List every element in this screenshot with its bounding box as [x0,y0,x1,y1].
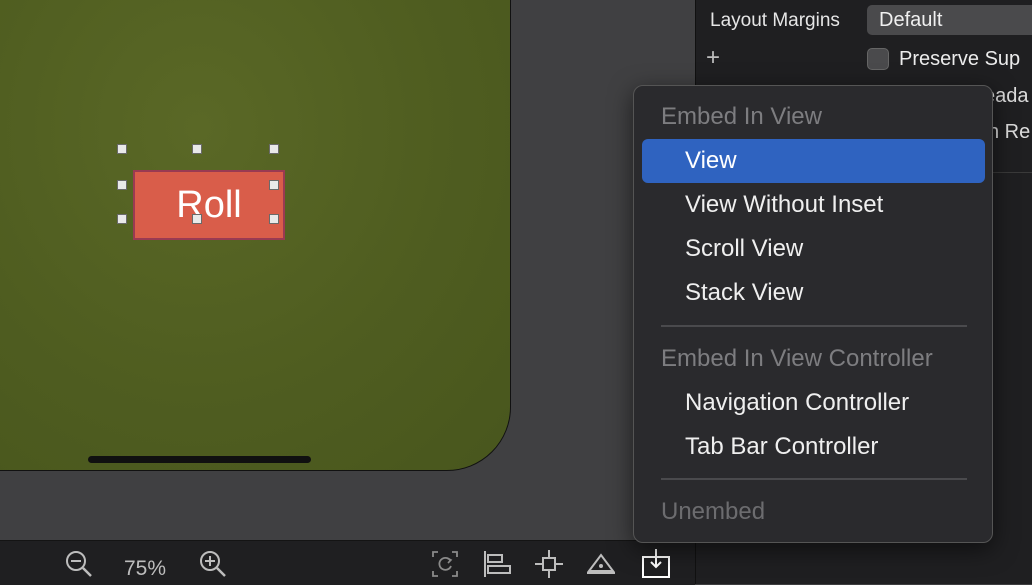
menu-item-unembed[interactable]: Unembed [661,498,765,526]
roll-button[interactable]: Roll [133,170,285,240]
home-indicator [88,456,311,463]
layout-margins-select[interactable]: Default [867,5,1032,35]
roll-button-label: Roll [176,183,242,226]
update-frames-icon[interactable] [430,549,460,579]
align-icon[interactable] [482,549,512,579]
menu-item-navigation-controller[interactable]: Navigation Controller [642,381,985,425]
menu-item-scroll-view[interactable]: Scroll View [642,227,985,271]
menu-separator [661,325,967,327]
embed-in-icon[interactable] [641,549,671,579]
resize-handle-bottom[interactable] [192,214,202,224]
menu-item-stack-view[interactable]: Stack View [642,271,985,315]
menu-separator [661,478,967,480]
resize-handle-bottom-right[interactable] [269,214,279,224]
resize-handle-left[interactable] [117,180,127,190]
layout-margins-label: Layout Margins [710,10,840,31]
interface-builder-canvas[interactable]: Roll [0,0,695,540]
menu-header-embed-in-view-controller: Embed In View Controller [661,345,933,372]
zoom-level[interactable]: 75% [124,557,166,581]
resize-handle-bottom-left[interactable] [117,214,127,224]
resize-handle-top[interactable] [192,144,202,154]
resize-handle-right[interactable] [269,180,279,190]
canvas-bottom-toolbar: 75% [0,540,695,585]
resize-handle-top-right[interactable] [269,144,279,154]
zoom-in-icon[interactable] [198,549,228,579]
embed-in-menu: Embed In View View View Without Inset Sc… [633,85,993,543]
preserve-superview-margins-checkbox[interactable] [867,48,889,70]
add-icon[interactable]: + [706,44,720,72]
resolve-auto-layout-icon[interactable] [586,549,616,579]
menu-item-tab-bar-controller[interactable]: Tab Bar Controller [642,425,985,469]
menu-header-embed-in-view: Embed In View [661,103,822,130]
resize-handle-top-left[interactable] [117,144,127,154]
add-constraints-icon[interactable] [534,549,564,579]
preserve-superview-margins-label: Preserve Sup [899,48,1021,70]
zoom-out-icon[interactable] [64,549,94,579]
menu-item-view[interactable]: View [642,139,985,183]
menu-item-view-without-inset[interactable]: View Without Inset [642,183,985,227]
inspector-partial-label: n Re [988,121,1031,143]
inspector-divider [992,172,1032,173]
